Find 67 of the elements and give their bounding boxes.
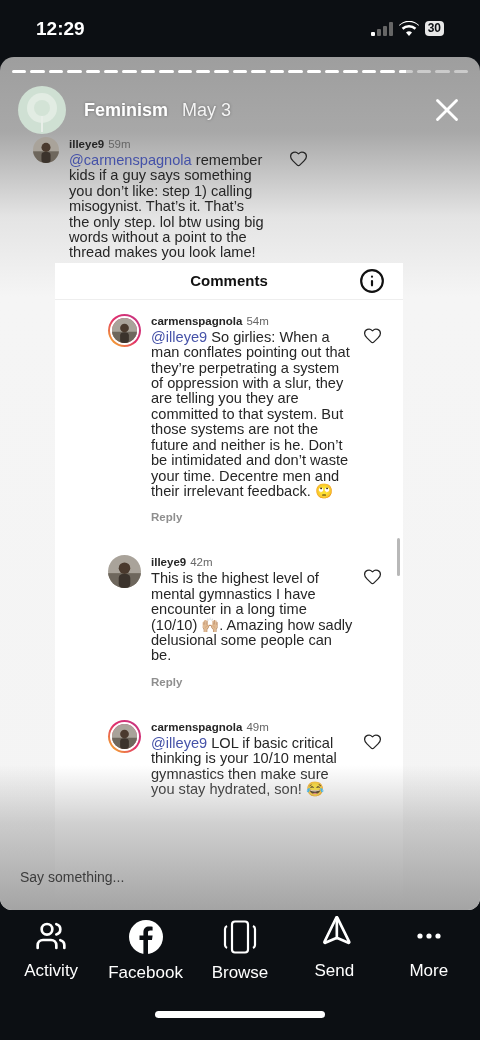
heart-icon [289, 149, 308, 168]
status-time: 12:29 [36, 17, 85, 40]
facebook-icon [128, 920, 163, 954]
story-progress-track [251, 70, 266, 73]
battery-level: 30 [424, 21, 444, 36]
story-progress-track [380, 70, 395, 73]
mention-link[interactable]: @carmenspagnola [69, 152, 192, 168]
story-date: May 3 [182, 99, 233, 121]
panel-title: Comments [190, 272, 268, 290]
scrollbar[interactable] [397, 537, 400, 576]
story-progress-track [361, 70, 377, 73]
signal-icon [370, 21, 393, 36]
heart-icon [363, 567, 382, 587]
story-progress-track [30, 70, 45, 73]
comment-time: 49m [246, 719, 269, 735]
action-button[interactable]: Facebook [99, 920, 192, 983]
comment-text: @illeye9 LOL if basic critical thinking is your 10/10 mental gymnastics then make sure you stay hydrated, son! 😂 [151, 735, 338, 798]
like-button[interactable] [363, 567, 382, 587]
username[interactable]: carmenspagnola [151, 313, 243, 329]
comment-text: @carmenspagnola remember kids if a guy says something you don’t like: step 1) calling misogynist. That’s it. That’s the only step. lol btw using big words without a point to the thread makes you look lame! [69, 153, 265, 261]
story-progress-track [67, 70, 82, 73]
heart-icon [363, 325, 382, 345]
story-progress-track [398, 70, 413, 73]
avatar-ring[interactable] [108, 719, 141, 753]
info-button[interactable] [359, 267, 385, 294]
heart-icon [363, 731, 382, 751]
story-progress-track [122, 70, 137, 73]
story-progress-track [324, 70, 340, 73]
story-progress-track [48, 70, 64, 73]
action-button[interactable]: More [382, 920, 475, 983]
username[interactable]: illeye9 [151, 555, 187, 571]
comment-text: This is the highest level of mental gymnastics I have encounter in a long time (10/10) 🙌🏼. Amazing how sadly delusional some people can be. [151, 571, 353, 664]
avatar[interactable] [33, 137, 59, 163]
story-progress-track [177, 70, 193, 73]
story-progress-track [140, 70, 156, 73]
people-icon [35, 920, 68, 952]
action-button[interactable]: Browse [193, 920, 286, 983]
story-progress-track [196, 70, 211, 73]
story-progress-track [85, 70, 101, 73]
story-progress-track [232, 70, 248, 73]
like-button[interactable] [363, 731, 382, 751]
message-field[interactable]: Say something... [18, 868, 322, 886]
like-button[interactable] [289, 149, 308, 168]
story-progress-track [214, 70, 229, 73]
story-progress-track [288, 70, 303, 73]
story-progress-track [12, 70, 27, 73]
story-progress-track [104, 70, 119, 73]
story-progress-track [343, 70, 358, 73]
story-progress-track [159, 70, 174, 73]
comment-time: 59m [108, 137, 131, 152]
comment-text: @illeye9 So girlies: When a man conflates pointing out that they’re perpetrating a system of oppression with a slur, they are telling you they are committed to that system. But those systems are not the future and neither is he. Don’t be intimidated and don’t waste your time. Decentre men and their irrelevant feedback. 🙄 [151, 329, 351, 500]
username[interactable]: illeye9 [69, 137, 105, 152]
wifi-icon [398, 21, 419, 36]
like-button[interactable] [363, 325, 382, 345]
more-icon [416, 933, 441, 939]
username[interactable]: carmenspagnola [151, 719, 243, 735]
comment-time: 54m [246, 313, 269, 329]
comment-time: 42m [190, 555, 213, 571]
mention-link[interactable]: @illeye9 [151, 734, 208, 751]
action-button[interactable]: Activity [5, 920, 98, 983]
story-progress-track [306, 70, 321, 73]
info-icon [359, 267, 385, 294]
story-progress-track [269, 70, 285, 73]
avatar[interactable] [108, 555, 141, 589]
mention-link[interactable]: @illeye9 [151, 328, 208, 345]
action-button[interactable]: Send [288, 920, 381, 983]
avatar-ring[interactable] [108, 313, 141, 347]
